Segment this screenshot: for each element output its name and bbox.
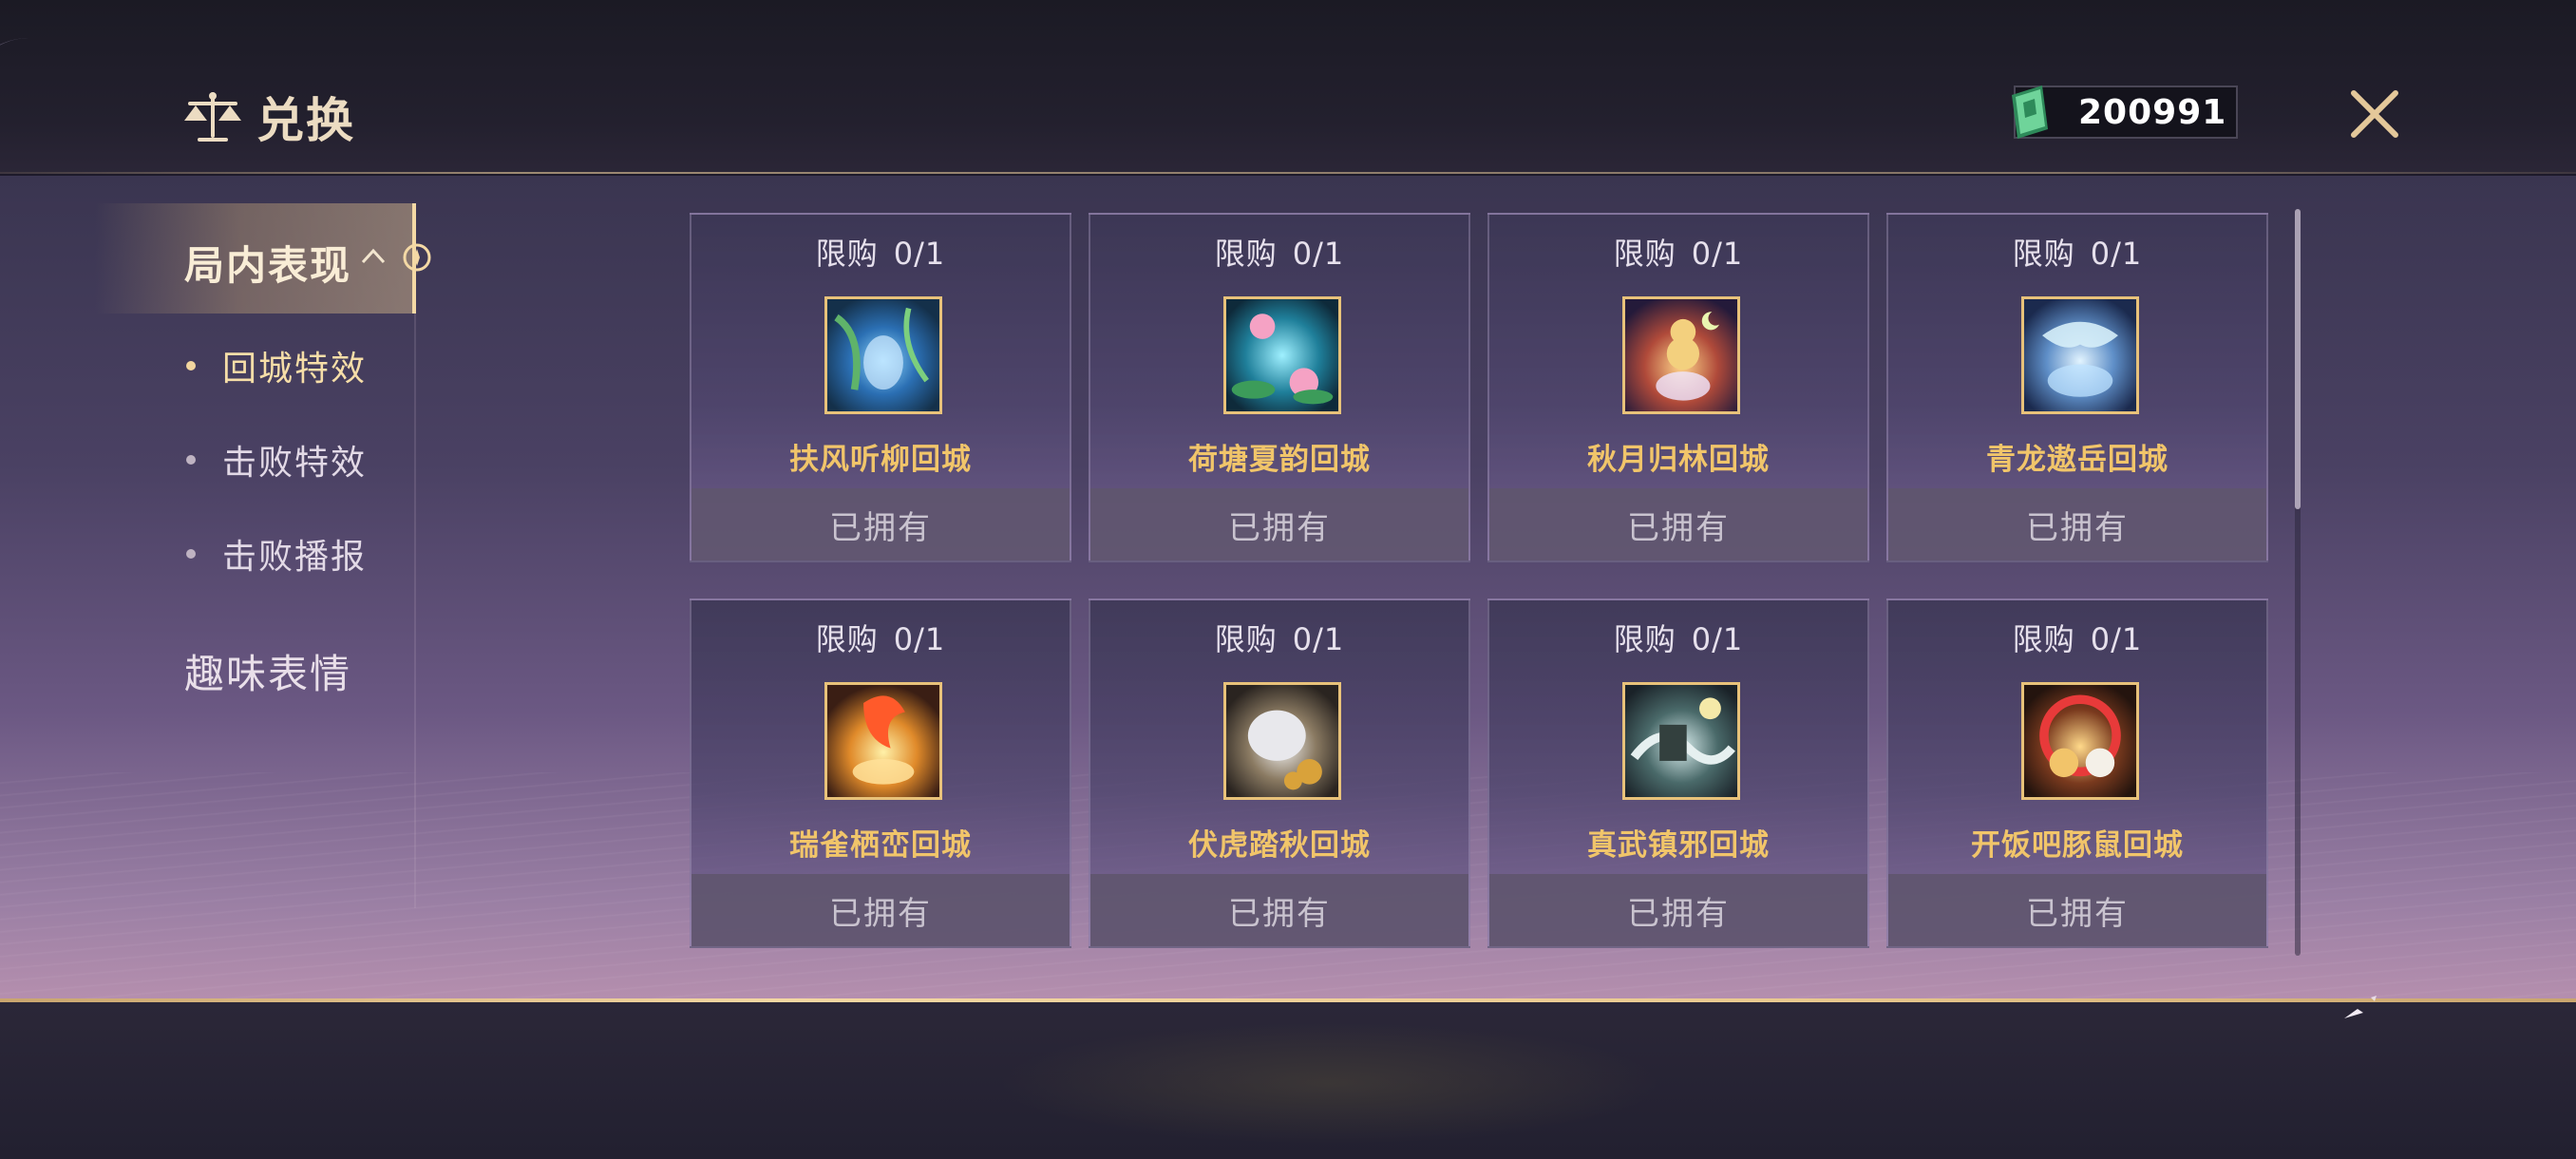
purchase-limit: 限购 0/1: [815, 236, 946, 272]
ticket-icon: [2006, 82, 2055, 142]
purchase-limit: 限购 0/1: [1613, 236, 1744, 272]
bottom-background: [0, 1002, 2576, 1159]
item-thumbnail: [1622, 682, 1740, 800]
item-card[interactable]: 限购 0/1 伏虎踏秋回城 已拥有: [1089, 598, 1470, 948]
sparkle-icon: [2339, 984, 2392, 1022]
bullet-icon: [186, 361, 196, 370]
item-card[interactable]: 限购 0/1 秋月归林回城 已拥有: [1487, 213, 1869, 562]
close-button[interactable]: [2346, 86, 2403, 142]
scrollbar[interactable]: [2295, 209, 2301, 956]
page-title: 兑换: [256, 93, 355, 148]
bullet-icon: [186, 549, 196, 559]
item-name: 扶风听柳回城: [789, 443, 972, 477]
purchase-limit: 限购 0/1: [1613, 621, 1744, 657]
page-header: 兑换: [182, 84, 355, 150]
scales-icon: [182, 86, 243, 147]
currency-amount: 200991: [2078, 92, 2227, 132]
category-label: 局内表现: [184, 242, 352, 289]
item-card[interactable]: 限购 0/1 瑞雀栖峦回城 已拥有: [690, 598, 1071, 948]
item-name: 瑞雀栖峦回城: [789, 828, 972, 863]
item-card[interactable]: 限购 0/1 扶风听柳回城 已拥有: [690, 213, 1071, 562]
purchase-limit: 限购 0/1: [2012, 621, 2143, 657]
chevron-up-icon: [359, 241, 388, 270]
item-thumbnail: [1622, 296, 1740, 414]
item-name: 荷塘夏韵回城: [1188, 443, 1371, 477]
currency-display: 200991: [2012, 86, 2238, 139]
owned-status: 已拥有: [1090, 874, 1468, 946]
item-card[interactable]: 限购 0/1 荷塘夏韵回城 已拥有: [1089, 213, 1470, 562]
item-thumbnail: [824, 296, 942, 414]
item-thumbnail: [2021, 682, 2139, 800]
item-card[interactable]: 限购 0/1 青龙遨岳回城 已拥有: [1886, 213, 2268, 562]
bullet-icon: [186, 455, 196, 465]
owned-status: 已拥有: [1888, 874, 2266, 946]
item-thumbnail: [2021, 296, 2139, 414]
category-tab-active[interactable]: 局内表现: [95, 203, 431, 314]
item-name: 青龙遨岳回城: [1986, 443, 2169, 477]
selection-indicator-icon: [401, 241, 433, 274]
item-thumbnail: [824, 682, 942, 800]
item-thumbnail: [1223, 296, 1341, 414]
sidebar-item-defeat-effect[interactable]: 击败特效: [186, 431, 367, 488]
owned-status: 已拥有: [1888, 488, 2266, 560]
owned-status: 已拥有: [1489, 488, 1867, 560]
close-icon: [2351, 90, 2398, 138]
purchase-limit: 限购 0/1: [815, 621, 946, 657]
item-thumbnail: [1223, 682, 1341, 800]
item-name: 伏虎踏秋回城: [1188, 828, 1371, 863]
owned-status: 已拥有: [1090, 488, 1468, 560]
purchase-limit: 限购 0/1: [2012, 236, 2143, 272]
scrollbar-thumb[interactable]: [2295, 209, 2301, 509]
sidebar-item-defeat-broadcast[interactable]: 击败播报: [186, 525, 367, 582]
purchase-limit: 限购 0/1: [1214, 236, 1345, 272]
item-card[interactable]: 限购 0/1 开饭吧豚鼠回城 已拥有: [1886, 598, 2268, 948]
owned-status: 已拥有: [1489, 874, 1867, 946]
item-name: 秋月归林回城: [1587, 443, 1770, 477]
owned-status: 已拥有: [691, 488, 1070, 560]
item-name: 开饭吧豚鼠回城: [1971, 828, 2184, 863]
sidebar-item-recall-effect[interactable]: 回城特效: [186, 337, 367, 394]
item-card[interactable]: 限购 0/1 真武镇邪回城 已拥有: [1487, 598, 1869, 948]
purchase-limit: 限购 0/1: [1214, 621, 1345, 657]
owned-status: 已拥有: [691, 874, 1070, 946]
item-name: 真武镇邪回城: [1587, 828, 1770, 863]
category-tab-emotes[interactable]: 趣味表情: [184, 642, 351, 700]
